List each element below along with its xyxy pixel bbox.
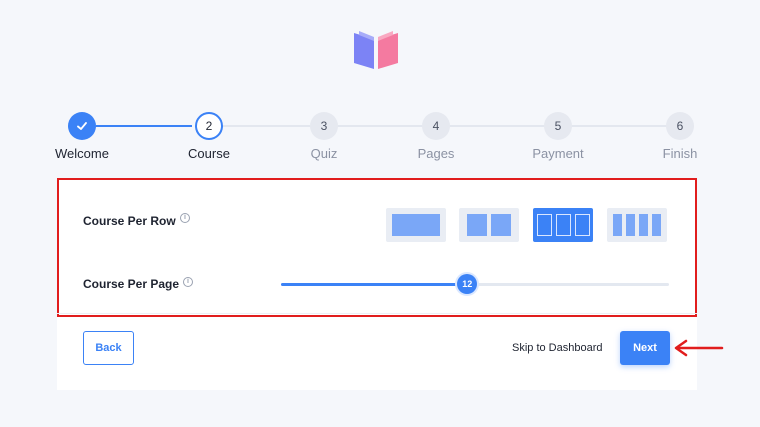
step-5-circle[interactable]: 5	[544, 112, 572, 140]
step-2-circle[interactable]: 2	[195, 112, 223, 140]
divider	[57, 313, 697, 314]
step-connector	[222, 125, 310, 127]
step-6-label: Finish	[662, 146, 698, 161]
back-button[interactable]: Back	[83, 331, 134, 365]
step-5-label: Payment	[532, 146, 584, 161]
next-button[interactable]: Next	[620, 331, 670, 365]
step-connector	[96, 125, 192, 127]
step-connector	[449, 125, 545, 127]
step-1-label: Welcome	[55, 146, 109, 161]
step-4-circle[interactable]: 4	[422, 112, 450, 140]
step-3-label: Quiz	[310, 146, 338, 161]
step-4-label: Pages	[417, 146, 455, 161]
skip-to-dashboard-link[interactable]: Skip to Dashboard	[512, 342, 603, 354]
step-1-circle[interactable]	[68, 112, 96, 140]
step-connector	[337, 125, 423, 127]
annotation-highlight-box	[57, 178, 697, 317]
step-3-circle[interactable]: 3	[310, 112, 338, 140]
step-6-circle[interactable]: 6	[666, 112, 694, 140]
setup-stepper: 2 3 4 5 6 Welcome Course Quiz Pages Paym…	[0, 0, 760, 170]
step-2-label: Course	[188, 146, 230, 161]
checkmark-icon	[77, 122, 87, 130]
annotation-arrow-icon	[674, 339, 724, 357]
step-connector	[571, 125, 667, 127]
